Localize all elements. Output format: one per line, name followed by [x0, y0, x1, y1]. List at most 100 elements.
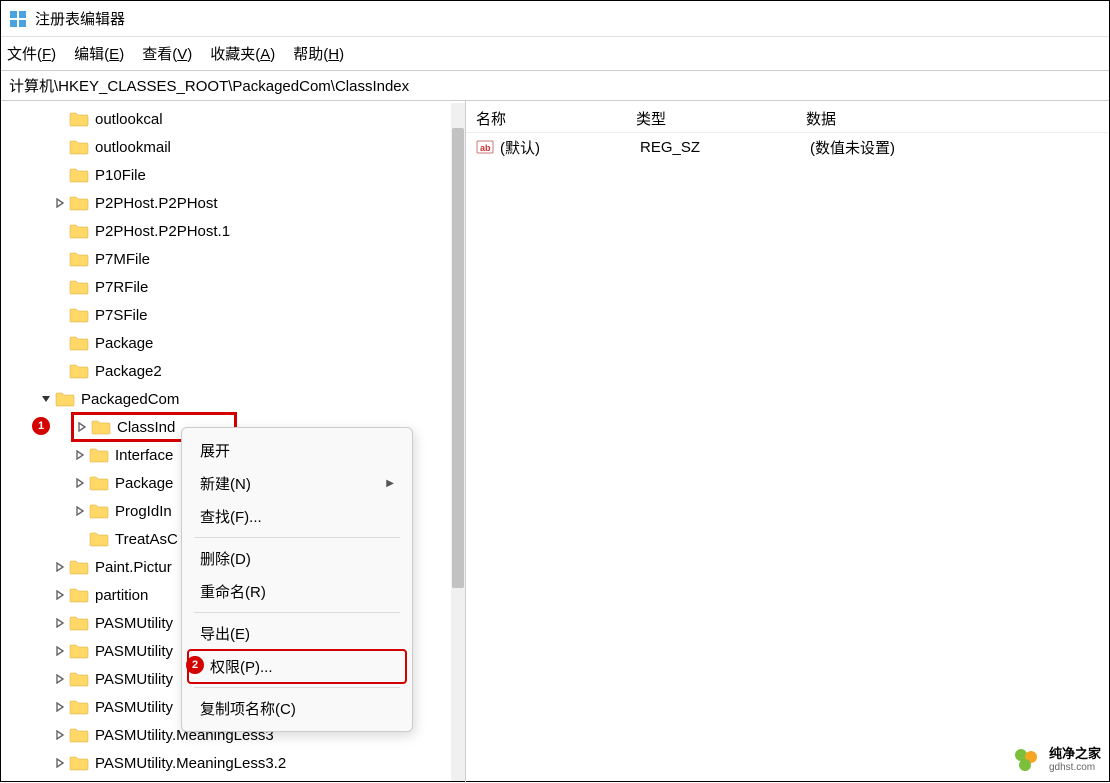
- list-row[interactable]: ab (默认) REG_SZ (数值未设置): [466, 133, 1109, 161]
- menu-item-rename[interactable]: 重命名(R): [188, 575, 406, 608]
- tree-item-label: ClassInd: [117, 419, 175, 436]
- expander-icon: [53, 280, 67, 294]
- expander-icon[interactable]: [73, 476, 87, 490]
- tree-item[interactable]: P10File: [1, 161, 465, 189]
- tree-item-label: PackagedCom: [81, 391, 179, 408]
- expander-icon[interactable]: [53, 560, 67, 574]
- menu-item-find[interactable]: 查找(F)...: [188, 500, 406, 533]
- folder-icon: [69, 279, 89, 295]
- menu-item-label: 重命名(R): [200, 581, 266, 602]
- tree-item[interactable]: P7RFile: [1, 273, 465, 301]
- col-type-header[interactable]: 类型: [636, 108, 806, 129]
- tree-item[interactable]: Package2: [1, 357, 465, 385]
- folder-icon: [69, 111, 89, 127]
- expander-icon: [53, 224, 67, 238]
- menu-item-label: 查找(F)...: [200, 506, 262, 527]
- folder-icon: [69, 363, 89, 379]
- menu-item-label: 展开: [200, 440, 230, 461]
- folder-icon: [89, 447, 109, 463]
- context-menu[interactable]: 展开新建(N)▶查找(F)...删除(D)重命名(R)导出(E)权限(P)...…: [181, 427, 413, 732]
- expander-icon[interactable]: [53, 728, 67, 742]
- expander-icon: [53, 336, 67, 350]
- menu-item-label: 复制项名称(C): [200, 698, 296, 719]
- tree-item-label: Package: [115, 475, 173, 492]
- tree-item-label: TreatAsC: [115, 531, 178, 548]
- tree-item[interactable]: P2PHost.P2PHost: [1, 189, 465, 217]
- svg-text:ab: ab: [480, 143, 491, 153]
- folder-icon: [69, 307, 89, 323]
- tree-item-label: Package: [95, 335, 153, 352]
- tree-item-label: Interface: [115, 447, 173, 464]
- tree-item[interactable]: outlookcal: [1, 105, 465, 133]
- tree-item[interactable]: PASMUtility.MeaningLess3.2: [1, 749, 465, 777]
- menu-help[interactable]: 帮助(H): [293, 43, 344, 64]
- tree-item-label: P10File: [95, 167, 146, 184]
- tree-item[interactable]: outlookmail: [1, 133, 465, 161]
- folder-icon: [69, 223, 89, 239]
- tree-scrollbar[interactable]: [451, 103, 465, 781]
- folder-icon: [89, 503, 109, 519]
- watermark-logo-icon: [1011, 745, 1041, 775]
- value-data: (数值未设置): [810, 137, 1109, 158]
- menu-item-delete[interactable]: 删除(D): [188, 542, 406, 575]
- tree-item[interactable]: P7MFile: [1, 245, 465, 273]
- menu-separator: [194, 687, 400, 688]
- expander-icon[interactable]: [53, 756, 67, 770]
- menu-item-label: 权限(P)...: [210, 656, 273, 677]
- expander-icon[interactable]: [53, 644, 67, 658]
- expander-icon[interactable]: [53, 700, 67, 714]
- menu-item-permissions[interactable]: 权限(P)... 2: [188, 650, 406, 683]
- expander-icon[interactable]: [53, 588, 67, 602]
- expander-icon[interactable]: [53, 672, 67, 686]
- col-data-header[interactable]: 数据: [806, 108, 1109, 129]
- titlebar: 注册表编辑器: [1, 1, 1109, 37]
- expander-icon[interactable]: [53, 616, 67, 630]
- tree-item[interactable]: Package: [1, 329, 465, 357]
- callout-badge: 1: [32, 417, 50, 435]
- menu-item-copyname[interactable]: 复制项名称(C): [188, 692, 406, 725]
- value-type: REG_SZ: [640, 139, 810, 156]
- menu-separator: [194, 537, 400, 538]
- menu-favorites[interactable]: 收藏夹(A): [210, 43, 275, 64]
- chevron-right-icon: ▶: [386, 478, 394, 489]
- tree-item-label: P7MFile: [95, 251, 150, 268]
- watermark-text: 纯净之家 gdhst.com: [1049, 747, 1101, 772]
- menu-item-new[interactable]: 新建(N)▶: [188, 467, 406, 500]
- list-header: 名称 类型 数据: [466, 105, 1109, 133]
- string-value-icon: ab: [476, 138, 494, 156]
- menu-file[interactable]: 文件(F): [7, 43, 56, 64]
- tree-item[interactable]: PackagedCom: [1, 385, 465, 413]
- expander-icon[interactable]: [73, 504, 87, 518]
- expander-icon[interactable]: [39, 392, 53, 406]
- menubar: 文件(F) 编辑(E) 查看(V) 收藏夹(A) 帮助(H): [1, 37, 1109, 71]
- folder-icon: [91, 419, 111, 435]
- expander-icon: [53, 364, 67, 378]
- expander-icon: [53, 112, 67, 126]
- menu-item-label: 删除(D): [200, 548, 251, 569]
- tree-item-label: outlookcal: [95, 111, 163, 128]
- callout-badge: 2: [186, 656, 204, 674]
- watermark-main: 纯净之家: [1049, 747, 1101, 761]
- tree-item[interactable]: P2PHost.P2PHost.1: [1, 217, 465, 245]
- menu-item-export[interactable]: 导出(E): [188, 617, 406, 650]
- tree-item-label: outlookmail: [95, 139, 171, 156]
- expander-icon[interactable]: [73, 448, 87, 462]
- tree-item-label: P2PHost.P2PHost.1: [95, 223, 230, 240]
- menu-view[interactable]: 查看(V): [142, 43, 192, 64]
- address-bar[interactable]: 计算机\HKEY_CLASSES_ROOT\PackagedCom\ClassI…: [1, 71, 1109, 101]
- menu-item-expand[interactable]: 展开: [188, 434, 406, 467]
- col-name-header[interactable]: 名称: [466, 108, 636, 129]
- tree-item[interactable]: P7SFile: [1, 301, 465, 329]
- menu-separator: [194, 612, 400, 613]
- tree-item-label: partition: [95, 587, 148, 604]
- value-name: (默认): [500, 137, 640, 158]
- tree-item-label: ProgIdIn: [115, 503, 172, 520]
- folder-icon: [69, 559, 89, 575]
- tree-item-label: P2PHost.P2PHost: [95, 195, 218, 212]
- scrollbar-thumb[interactable]: [452, 128, 464, 588]
- tree-item-label: Package2: [95, 363, 162, 380]
- expander-icon[interactable]: [53, 196, 67, 210]
- expander-icon: [53, 168, 67, 182]
- expander-icon[interactable]: [75, 420, 89, 434]
- menu-edit[interactable]: 编辑(E): [74, 43, 124, 64]
